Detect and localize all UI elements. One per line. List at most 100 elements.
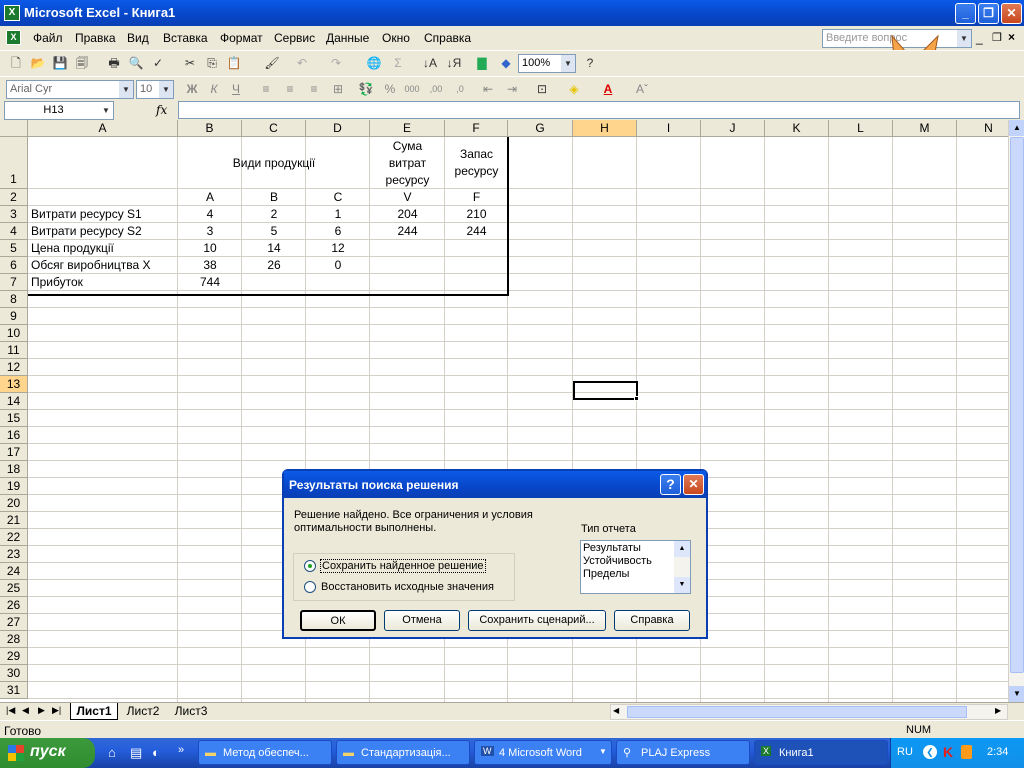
formula-input[interactable] (178, 101, 1020, 119)
font-size-select[interactable]: ▼ 10 (136, 80, 174, 99)
radio-keep[interactable] (304, 560, 316, 572)
fill-handle[interactable] (634, 396, 639, 401)
row-header[interactable]: 9 (0, 308, 28, 325)
sheet-tab-2[interactable]: Лист2 (120, 704, 166, 720)
font-select[interactable]: ▼ Arial Cyr (6, 80, 134, 99)
minimize-button[interactable]: _ (955, 3, 976, 24)
row-header[interactable]: 17 (0, 444, 28, 461)
row-header[interactable]: 15 (0, 410, 28, 427)
row-header[interactable]: 12 (0, 359, 28, 376)
dialog-help-button[interactable]: ? (660, 474, 681, 495)
scroll-left-icon[interactable]: ◀ (613, 706, 619, 715)
radio-keep-label[interactable]: Сохранить найденное решение (320, 559, 486, 573)
table-cell[interactable]: 38 (181, 257, 239, 274)
doc-close-icon[interactable]: × (1008, 30, 1015, 44)
horizontal-scrollbar[interactable]: ◀ ▶ (610, 704, 1008, 720)
insert-function-icon[interactable]: fx (156, 103, 167, 117)
column-header[interactable]: B (178, 120, 242, 137)
table-cell[interactable]: B (245, 189, 303, 206)
menu-tools[interactable]: Сервис (274, 31, 315, 45)
quicklaunch-icon-2[interactable]: ▤ (130, 745, 142, 761)
row-header[interactable]: 16 (0, 427, 28, 444)
task-button-word[interactable]: W4 Microsoft Word ▼ (474, 740, 612, 765)
table-cell[interactable]: 4 (181, 206, 239, 223)
table-cell[interactable]: 210 (448, 206, 505, 223)
sheet-tab-1[interactable]: Лист1 (70, 703, 118, 720)
quicklaunch-icon-1[interactable]: ⌂ (108, 745, 116, 760)
row-header[interactable]: 5 (0, 240, 28, 257)
table-cell[interactable]: 3 (181, 223, 239, 240)
row-header[interactable]: 26 (0, 597, 28, 614)
column-header[interactable]: C (242, 120, 306, 137)
excel-app-icon[interactable]: X (4, 5, 20, 21)
table-cell[interactable]: 5 (245, 223, 303, 240)
table-cell[interactable]: 14 (245, 240, 303, 257)
close-button[interactable]: ✕ (1001, 3, 1022, 24)
dialog-close-button[interactable]: ✕ (683, 474, 704, 495)
borders-icon[interactable]: ⊡ (532, 79, 552, 99)
row-header[interactable]: 21 (0, 512, 28, 529)
column-header[interactable]: F (445, 120, 508, 137)
row-header[interactable]: 6 (0, 257, 28, 274)
table-cell[interactable]: C (309, 189, 367, 206)
row-header[interactable]: 4 (0, 223, 28, 240)
column-header[interactable]: G (508, 120, 573, 137)
increase-indent-icon[interactable]: ⇥ (502, 79, 522, 99)
merge-center-icon[interactable]: ⊞ (328, 79, 348, 99)
row-header[interactable]: 19 (0, 478, 28, 495)
italic-icon[interactable]: К (204, 79, 224, 99)
row-header[interactable]: 30 (0, 665, 28, 682)
report-type-list[interactable]: Результаты Устойчивость Пределы ▲ ▼ (580, 540, 691, 594)
print-icon[interactable]: 🖶 (104, 53, 124, 73)
table-cell[interactable]: 0 (309, 257, 367, 274)
percent-icon[interactable]: % (380, 79, 400, 99)
table-cell[interactable]: 744 (181, 274, 239, 291)
table-cell[interactable]: 10 (181, 240, 239, 257)
save-icon[interactable]: 💾 (50, 53, 70, 73)
comma-style-icon[interactable]: 000 (402, 79, 422, 99)
column-header[interactable]: I (637, 120, 701, 137)
menu-data[interactable]: Данные (326, 31, 369, 45)
decrease-indent-icon[interactable]: ⇤ (478, 79, 498, 99)
decrease-decimal-icon[interactable]: ,0 (450, 79, 470, 99)
restore-button[interactable]: ❐ (978, 3, 999, 24)
column-header[interactable]: H (573, 120, 637, 137)
menu-insert[interactable]: Вставка (163, 31, 208, 45)
open-icon[interactable]: 📂 (28, 53, 48, 73)
name-box[interactable]: ▼ H13 (4, 101, 114, 120)
new-icon[interactable]: 🗋 (6, 53, 26, 73)
tab-first-icon[interactable]: |◀ (6, 705, 15, 716)
row-header[interactable]: 24 (0, 563, 28, 580)
row-header[interactable]: 31 (0, 682, 28, 699)
doc-restore-icon[interactable]: ❐ (992, 31, 1002, 44)
print-preview-icon[interactable]: 🔍 (126, 53, 146, 73)
copy-icon[interactable]: ⎘ (202, 53, 222, 73)
cancel-button[interactable]: Отмена (384, 610, 460, 631)
row-header[interactable]: 3 (0, 206, 28, 223)
row-header[interactable]: 20 (0, 495, 28, 512)
table-cell[interactable]: 244 (373, 223, 442, 240)
table-cell[interactable]: Прибуток (31, 274, 175, 291)
column-header[interactable]: N (957, 120, 1008, 137)
row-header[interactable]: 23 (0, 546, 28, 563)
table-cell[interactable]: 244 (448, 223, 505, 240)
table-cell[interactable]: Витрати ресурсу S1 (31, 206, 175, 223)
column-header[interactable]: M (893, 120, 957, 137)
align-center-icon[interactable]: ≡ (280, 79, 300, 99)
underline-icon[interactable]: Ч (226, 79, 246, 99)
row-header[interactable]: 25 (0, 580, 28, 597)
table-cell[interactable]: Витрати ресурсу S2 (31, 223, 175, 240)
tray-expand-icon[interactable]: ❮ (923, 745, 937, 759)
table-cell[interactable]: Цена продукції (31, 240, 175, 257)
table-cell[interactable]: 26 (245, 257, 303, 274)
row-header[interactable]: 14 (0, 393, 28, 410)
table-cell[interactable]: 1 (309, 206, 367, 223)
doc-minimize-icon[interactable]: _ (976, 31, 983, 45)
menu-view[interactable]: Вид (127, 31, 149, 45)
autosum-icon[interactable]: Σ (388, 53, 408, 73)
workbook-icon[interactable]: X (6, 30, 21, 45)
sort-asc-icon[interactable]: ↓A (420, 53, 440, 73)
report-list-scrollbar[interactable]: ▲ ▼ (674, 541, 690, 593)
table-cell[interactable]: Обсяг виробництва X (31, 257, 175, 274)
undo-icon[interactable]: ↶ (292, 53, 312, 73)
